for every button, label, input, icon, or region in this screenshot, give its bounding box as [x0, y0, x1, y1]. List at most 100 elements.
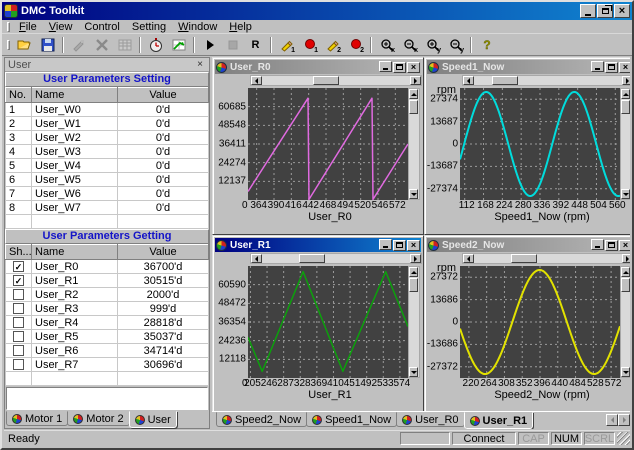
chart-minimize-button[interactable] — [379, 239, 392, 250]
menu-item-control[interactable]: Control — [78, 21, 125, 33]
save-button[interactable] — [36, 35, 59, 55]
hscroll-left-button[interactable] — [251, 254, 262, 263]
vscroll-down-button[interactable] — [621, 189, 630, 199]
table-row[interactable]: 8User_W70'd — [6, 201, 209, 215]
stop-button[interactable] — [221, 35, 244, 55]
table-row[interactable]: User_R634714'd — [6, 344, 209, 358]
hscroll-thumb[interactable] — [511, 254, 537, 263]
write-parameters-button[interactable] — [67, 35, 90, 55]
show-checkbox[interactable] — [13, 317, 24, 328]
panel-close-button[interactable]: × — [194, 59, 206, 70]
menu-item-file[interactable]: File — [13, 21, 43, 33]
chart-minimize-button[interactable] — [591, 239, 604, 250]
toolbar-grip[interactable] — [7, 40, 10, 50]
chart-minimize-button[interactable] — [379, 61, 392, 72]
chart-window-titlebar[interactable]: User_R1× — [215, 238, 421, 252]
titlebar[interactable]: DMC Toolkit × — [2, 2, 632, 20]
show-checkbox[interactable] — [13, 345, 24, 356]
vscroll-down-button[interactable] — [621, 367, 630, 377]
chart-minimize-button[interactable] — [591, 61, 604, 72]
probe-1-button[interactable]: 1 — [275, 35, 298, 55]
hscroll-left-button[interactable] — [463, 254, 474, 263]
table-row[interactable]: User_R22000'd — [6, 288, 209, 302]
vscroll-thumb[interactable] — [621, 100, 630, 114]
open-file-button[interactable] — [13, 35, 36, 55]
show-checkbox[interactable] — [13, 289, 24, 300]
setting-row-value[interactable]: 0'd — [118, 103, 209, 117]
hscroll-thumb[interactable] — [299, 254, 325, 263]
table-row[interactable]: ✓User_R130515'd — [6, 274, 209, 288]
hscroll-right-button[interactable] — [622, 254, 630, 263]
chart-maximize-button[interactable] — [605, 62, 618, 73]
setting-row-value[interactable]: 0'd — [118, 145, 209, 159]
chart-close-button[interactable]: × — [407, 62, 420, 73]
delete-button[interactable] — [90, 35, 113, 55]
menu-item-help[interactable]: Help — [223, 21, 258, 33]
setting-row-value[interactable]: 0'd — [118, 201, 209, 215]
zoom-out-x-button[interactable]: x — [398, 35, 421, 55]
chart-hscrollbar[interactable] — [462, 75, 630, 86]
table-row[interactable]: User_R428818'd — [6, 316, 209, 330]
chart-window-titlebar[interactable]: Speed1_Now× — [427, 60, 630, 74]
vscroll-thumb[interactable] — [621, 278, 630, 292]
mdi-tab-user_r0[interactable]: User_R0 — [396, 412, 464, 427]
help-button[interactable]: ? — [475, 35, 498, 55]
setting-row-value[interactable]: 0'd — [118, 187, 209, 201]
tab-scroll-left-button[interactable] — [606, 414, 618, 426]
hscroll-right-button[interactable] — [410, 76, 421, 85]
setting-row-value[interactable]: 0'd — [118, 131, 209, 145]
vscroll-down-button[interactable] — [409, 367, 418, 377]
chart-close-button[interactable]: × — [407, 240, 420, 251]
chart-vscrollbar[interactable] — [620, 266, 630, 378]
table-row[interactable]: 2User_W10'd — [6, 117, 209, 131]
tab-scroll-right-button[interactable] — [618, 414, 630, 426]
mdi-tab-user_r1[interactable]: User_R1 — [464, 412, 534, 429]
chart-maximize-button[interactable] — [393, 240, 406, 251]
panel-tab-motor-2[interactable]: Motor 2 — [67, 411, 129, 426]
panel-tab-user[interactable]: User — [129, 411, 177, 428]
hscroll-thumb[interactable] — [492, 76, 518, 85]
parameter-table-button[interactable] — [113, 35, 136, 55]
vscroll-thumb[interactable] — [409, 278, 418, 292]
chart-window-titlebar[interactable]: Speed2_Now× — [427, 238, 630, 252]
zoom-out-y-button[interactable]: y — [444, 35, 467, 55]
table-row[interactable]: 7User_W60'd — [6, 187, 209, 201]
reset-button[interactable]: R — [244, 35, 267, 55]
chart-vscrollbar[interactable] — [408, 88, 420, 200]
record-1-button[interactable]: 1 — [298, 35, 321, 55]
setting-row-value[interactable]: 0'd — [118, 159, 209, 173]
hscroll-thumb[interactable] — [313, 76, 339, 85]
show-checkbox[interactable] — [13, 303, 24, 314]
table-row[interactable]: 4User_W30'd — [6, 145, 209, 159]
chart-hscrollbar[interactable] — [250, 75, 422, 86]
vscroll-down-button[interactable] — [409, 189, 418, 199]
vscroll-up-button[interactable] — [409, 267, 418, 277]
chart-hscrollbar[interactable] — [250, 253, 422, 264]
record-2-button[interactable]: 2 — [344, 35, 367, 55]
table-row[interactable]: 6User_W50'd — [6, 173, 209, 187]
hscroll-right-button[interactable] — [410, 254, 421, 263]
zoom-in-x-button[interactable]: x — [375, 35, 398, 55]
vscroll-up-button[interactable] — [621, 267, 630, 277]
panel-tab-motor-1[interactable]: Motor 1 — [6, 411, 68, 426]
mdi-tab-speed2_now[interactable]: Speed2_Now — [216, 412, 307, 427]
menu-item-setting[interactable]: Setting — [126, 21, 172, 33]
zoom-in-y-button[interactable]: y — [421, 35, 444, 55]
hscroll-left-button[interactable] — [463, 76, 474, 85]
restore-button[interactable] — [597, 4, 613, 18]
chart-maximize-button[interactable] — [605, 240, 618, 251]
sampling-timer-button[interactable] — [144, 35, 167, 55]
show-checkbox[interactable] — [13, 331, 24, 342]
scope-chart-button[interactable] — [167, 35, 190, 55]
close-button[interactable]: × — [614, 4, 630, 18]
table-row[interactable]: ✓User_R036700'd — [6, 260, 209, 274]
setting-row-value[interactable]: 0'd — [118, 117, 209, 131]
panel-caption[interactable]: User × — [5, 58, 209, 72]
table-row[interactable]: 5User_W40'd — [6, 159, 209, 173]
menu-item-window[interactable]: Window — [172, 21, 223, 33]
show-checkbox[interactable]: ✓ — [13, 275, 24, 286]
table-row[interactable]: User_R730696'd — [6, 358, 209, 372]
minimize-button[interactable] — [580, 4, 596, 18]
chart-close-button[interactable]: × — [619, 62, 630, 73]
menu-item-view[interactable]: View — [43, 21, 79, 33]
